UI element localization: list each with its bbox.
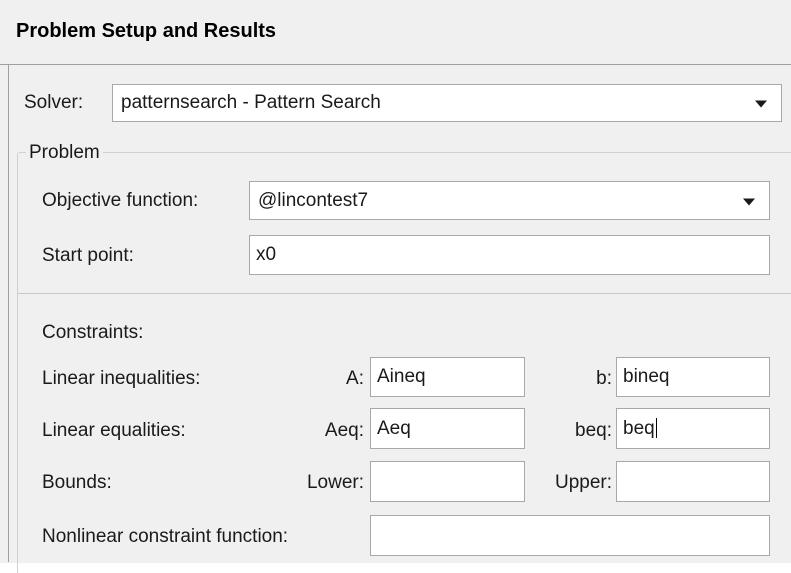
panel-header: Problem Setup and Results: [0, 0, 791, 64]
chevron-down-icon: [755, 100, 767, 108]
panel-title: Problem Setup and Results: [16, 20, 277, 42]
chevron-down-icon: [743, 198, 755, 206]
start-point-label: Start point:: [42, 245, 134, 266]
problem-group-label: Problem: [26, 142, 103, 164]
bounds-label: Bounds:: [42, 472, 112, 493]
aeq-value: Aeq: [377, 417, 411, 439]
a-label: A:: [346, 368, 364, 389]
aeq-input[interactable]: Aeq: [370, 408, 525, 449]
objective-function-label: Objective function:: [42, 190, 199, 211]
solver-label: Solver:: [24, 92, 84, 113]
upper-bound-input[interactable]: [616, 461, 770, 502]
linear-equalities-label: Linear equalities:: [42, 420, 186, 441]
lower-bound-input[interactable]: [370, 461, 525, 502]
beq-input[interactable]: beq: [616, 408, 770, 449]
linear-inequalities-label: Linear inequalities:: [42, 368, 201, 389]
beq-label: beq:: [575, 420, 612, 441]
lower-label: Lower:: [306, 472, 364, 493]
solver-dropdown[interactable]: patternsearch - Pattern Search: [112, 84, 782, 122]
start-point-input[interactable]: x0: [249, 235, 770, 275]
a-value: Aineq: [377, 366, 426, 387]
upper-label: Upper:: [554, 472, 612, 493]
aeq-label: Aeq:: [324, 420, 364, 441]
b-input[interactable]: bineq: [616, 357, 770, 397]
a-input[interactable]: Aineq: [370, 357, 525, 397]
nonlinear-constraint-label: Nonlinear constraint function:: [42, 526, 289, 547]
b-value: bineq: [623, 366, 670, 387]
beq-value: beq: [623, 417, 657, 439]
constraints-heading: Constraints:: [42, 322, 144, 343]
text-cursor: [655, 418, 657, 439]
objective-function-value: @lincontest7: [258, 189, 369, 211]
solver-value: patternsearch - Pattern Search: [121, 92, 381, 113]
panel-border: [8, 64, 9, 562]
start-point-value: x0: [256, 244, 277, 265]
b-label: b:: [596, 368, 612, 389]
objective-function-dropdown[interactable]: @lincontest7: [249, 181, 770, 220]
section-divider: [18, 293, 791, 294]
nonlinear-constraint-input[interactable]: [370, 515, 770, 556]
